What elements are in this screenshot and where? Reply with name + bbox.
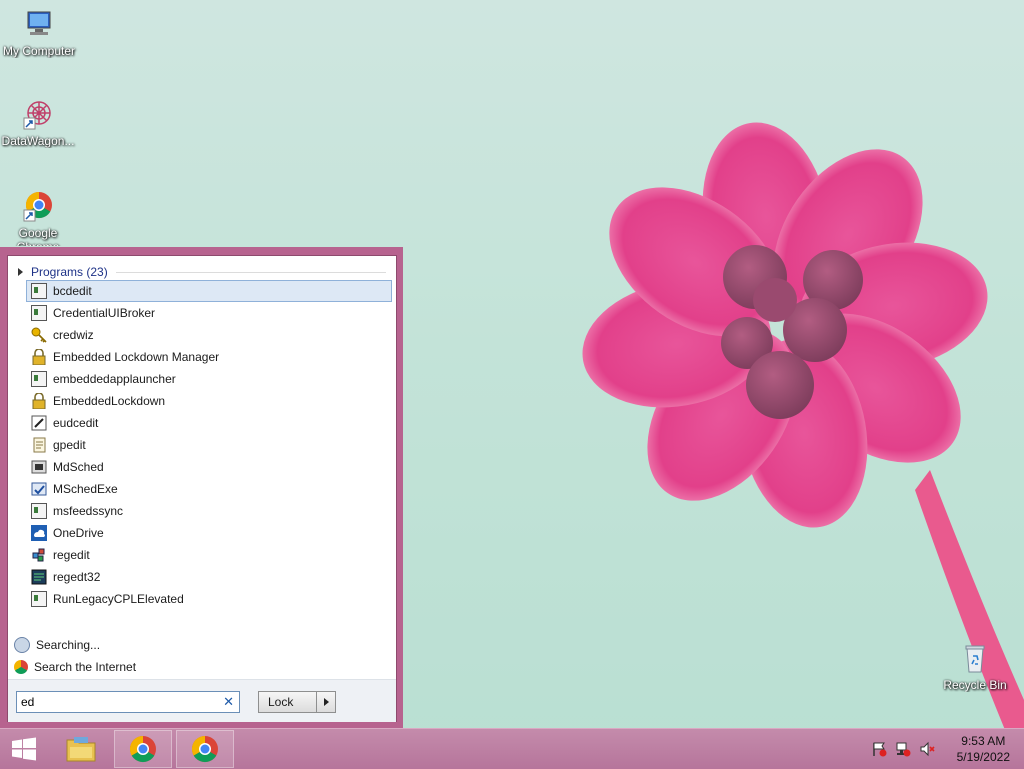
program-item-regedt32[interactable]: regedt32 [26,566,392,588]
start-menu-bottom-bar: ✕ Lock [8,679,396,722]
program-label: Embedded Lockdown Manager [53,350,220,364]
lock-button[interactable]: Lock [259,692,316,712]
memory-diagnostic-icon [31,459,47,475]
action-center-flag-icon[interactable] [871,741,887,757]
program-label: bcdedit [53,284,92,298]
desktop-icon-google-chrome[interactable]: Google Chrome [0,190,78,246]
program-results-list: bcdedit CredentialUIBroker credwiz Embed… [26,280,392,610]
program-label: EmbeddedLockdown [53,394,166,408]
desktop-icon-label: DataWagon... [1,134,75,148]
taskbar-file-explorer[interactable] [52,730,110,768]
desktop-icon-label: My Computer [2,44,76,58]
key-icon [31,327,47,343]
search-internet-label: Search the Internet [34,660,137,674]
program-label: RunLegacyCPLElevated [53,592,184,606]
chrome-icon [191,735,218,763]
program-item-regedit[interactable]: regedit [26,544,392,566]
desktop-icon-datawagon[interactable]: DataWagon... [0,98,78,148]
program-label: credwiz [53,328,94,342]
program-item-gpedit[interactable]: gpedit [26,434,392,456]
program-label: CredentialUIBroker [53,306,156,320]
program-item-embedded-lockdown-manager[interactable]: Embedded Lockdown Manager [26,346,392,368]
schedule-icon [31,481,47,497]
start-button[interactable] [0,730,48,768]
taskbar-google-chrome-1[interactable] [114,730,172,768]
chrome-icon [21,190,55,224]
clear-search-icon[interactable]: ✕ [223,694,234,710]
programs-group-label: Programs (23) [31,265,108,279]
program-label: OneDrive [53,526,104,540]
chrome-icon [129,735,156,763]
registry-editor-icon [31,569,47,585]
app-window-icon [31,305,47,321]
program-label: MSchedExe [53,482,118,496]
app-window-icon [31,283,47,299]
desktop-icon-label: Google Chrome [17,226,60,246]
expand-arrow-icon [18,268,23,276]
folder-icon [66,737,96,762]
program-item-credentialuibroker[interactable]: CredentialUIBroker [26,302,392,324]
program-label: embeddedapplauncher [53,372,176,386]
desktop-icon-label: Recycle Bin [943,678,1007,692]
onedrive-icon [31,525,47,541]
taskbar-google-chrome-2[interactable] [176,730,234,768]
system-tray: 9:53 AM 5/19/2022 [867,729,1024,769]
search-input[interactable] [21,694,211,710]
program-item-credwiz[interactable]: credwiz [26,324,392,346]
search-status-area: Searching... Search the Internet [14,634,136,678]
program-label: gpedit [53,438,86,452]
program-item-mschedexe[interactable]: MSchedExe [26,478,392,500]
computer-icon [22,8,56,42]
registry-icon [31,547,47,563]
clock-date: 5/19/2022 [956,750,1010,764]
app-window-icon [31,371,47,387]
clock-time: 9:53 AM [961,734,1006,748]
lock-options-button[interactable] [316,692,335,712]
searching-label: Searching... [36,638,101,652]
recycle-bin-icon [958,642,992,676]
chrome-icon [14,660,28,674]
taskbar-clock[interactable]: 9:53 AM 5/19/2022 [957,733,1010,765]
program-label: regedt32 [53,570,101,584]
program-item-embeddedlockdown[interactable]: EmbeddedLockdown [26,390,392,412]
document-icon [31,437,47,453]
volume-muted-icon[interactable] [919,741,935,757]
search-the-internet-link[interactable]: Search the Internet [14,656,136,678]
program-item-msfeedssync[interactable]: msfeedssync [26,500,392,522]
program-label: MdSched [53,460,104,474]
program-item-runlegacycplelevated[interactable]: RunLegacyCPLElevated [26,588,392,610]
app-window-icon [31,503,47,519]
program-item-onedrive[interactable]: OneDrive [26,522,392,544]
search-progress-icon [14,637,30,653]
searching-indicator: Searching... [14,634,136,656]
taskbar: 9:53 AM 5/19/2022 [0,728,1024,769]
program-label: regedit [53,548,90,562]
program-item-embeddedapplauncher[interactable]: embeddedapplauncher [26,368,392,390]
arrow-right-icon [323,698,329,706]
program-item-mdsched[interactable]: MdSched [26,456,392,478]
datawagon-icon [21,98,55,132]
pen-icon [31,415,47,431]
lock-icon [31,348,47,366]
lock-split-button: Lock [258,691,336,713]
start-menu: Programs (23) bcdedit CredentialUIBroker… [0,247,403,728]
search-box: ✕ [16,691,240,713]
programs-group-header[interactable]: Programs (23) [18,264,386,280]
desktop-icon-my-computer[interactable]: My Computer [0,8,79,58]
program-item-bcdedit[interactable]: bcdedit [26,280,392,302]
program-label: eudcedit [53,416,99,430]
windows-logo-icon [12,737,36,761]
program-item-eudcedit[interactable]: eudcedit [26,412,392,434]
desktop-icon-recycle-bin[interactable]: Recycle Bin [935,642,1015,692]
app-window-icon [31,591,47,607]
network-icon[interactable] [895,741,911,757]
start-menu-panel: Programs (23) bcdedit CredentialUIBroker… [7,255,397,722]
program-label: msfeedssync [53,504,124,518]
header-divider [115,271,386,273]
lock-icon [31,392,47,410]
